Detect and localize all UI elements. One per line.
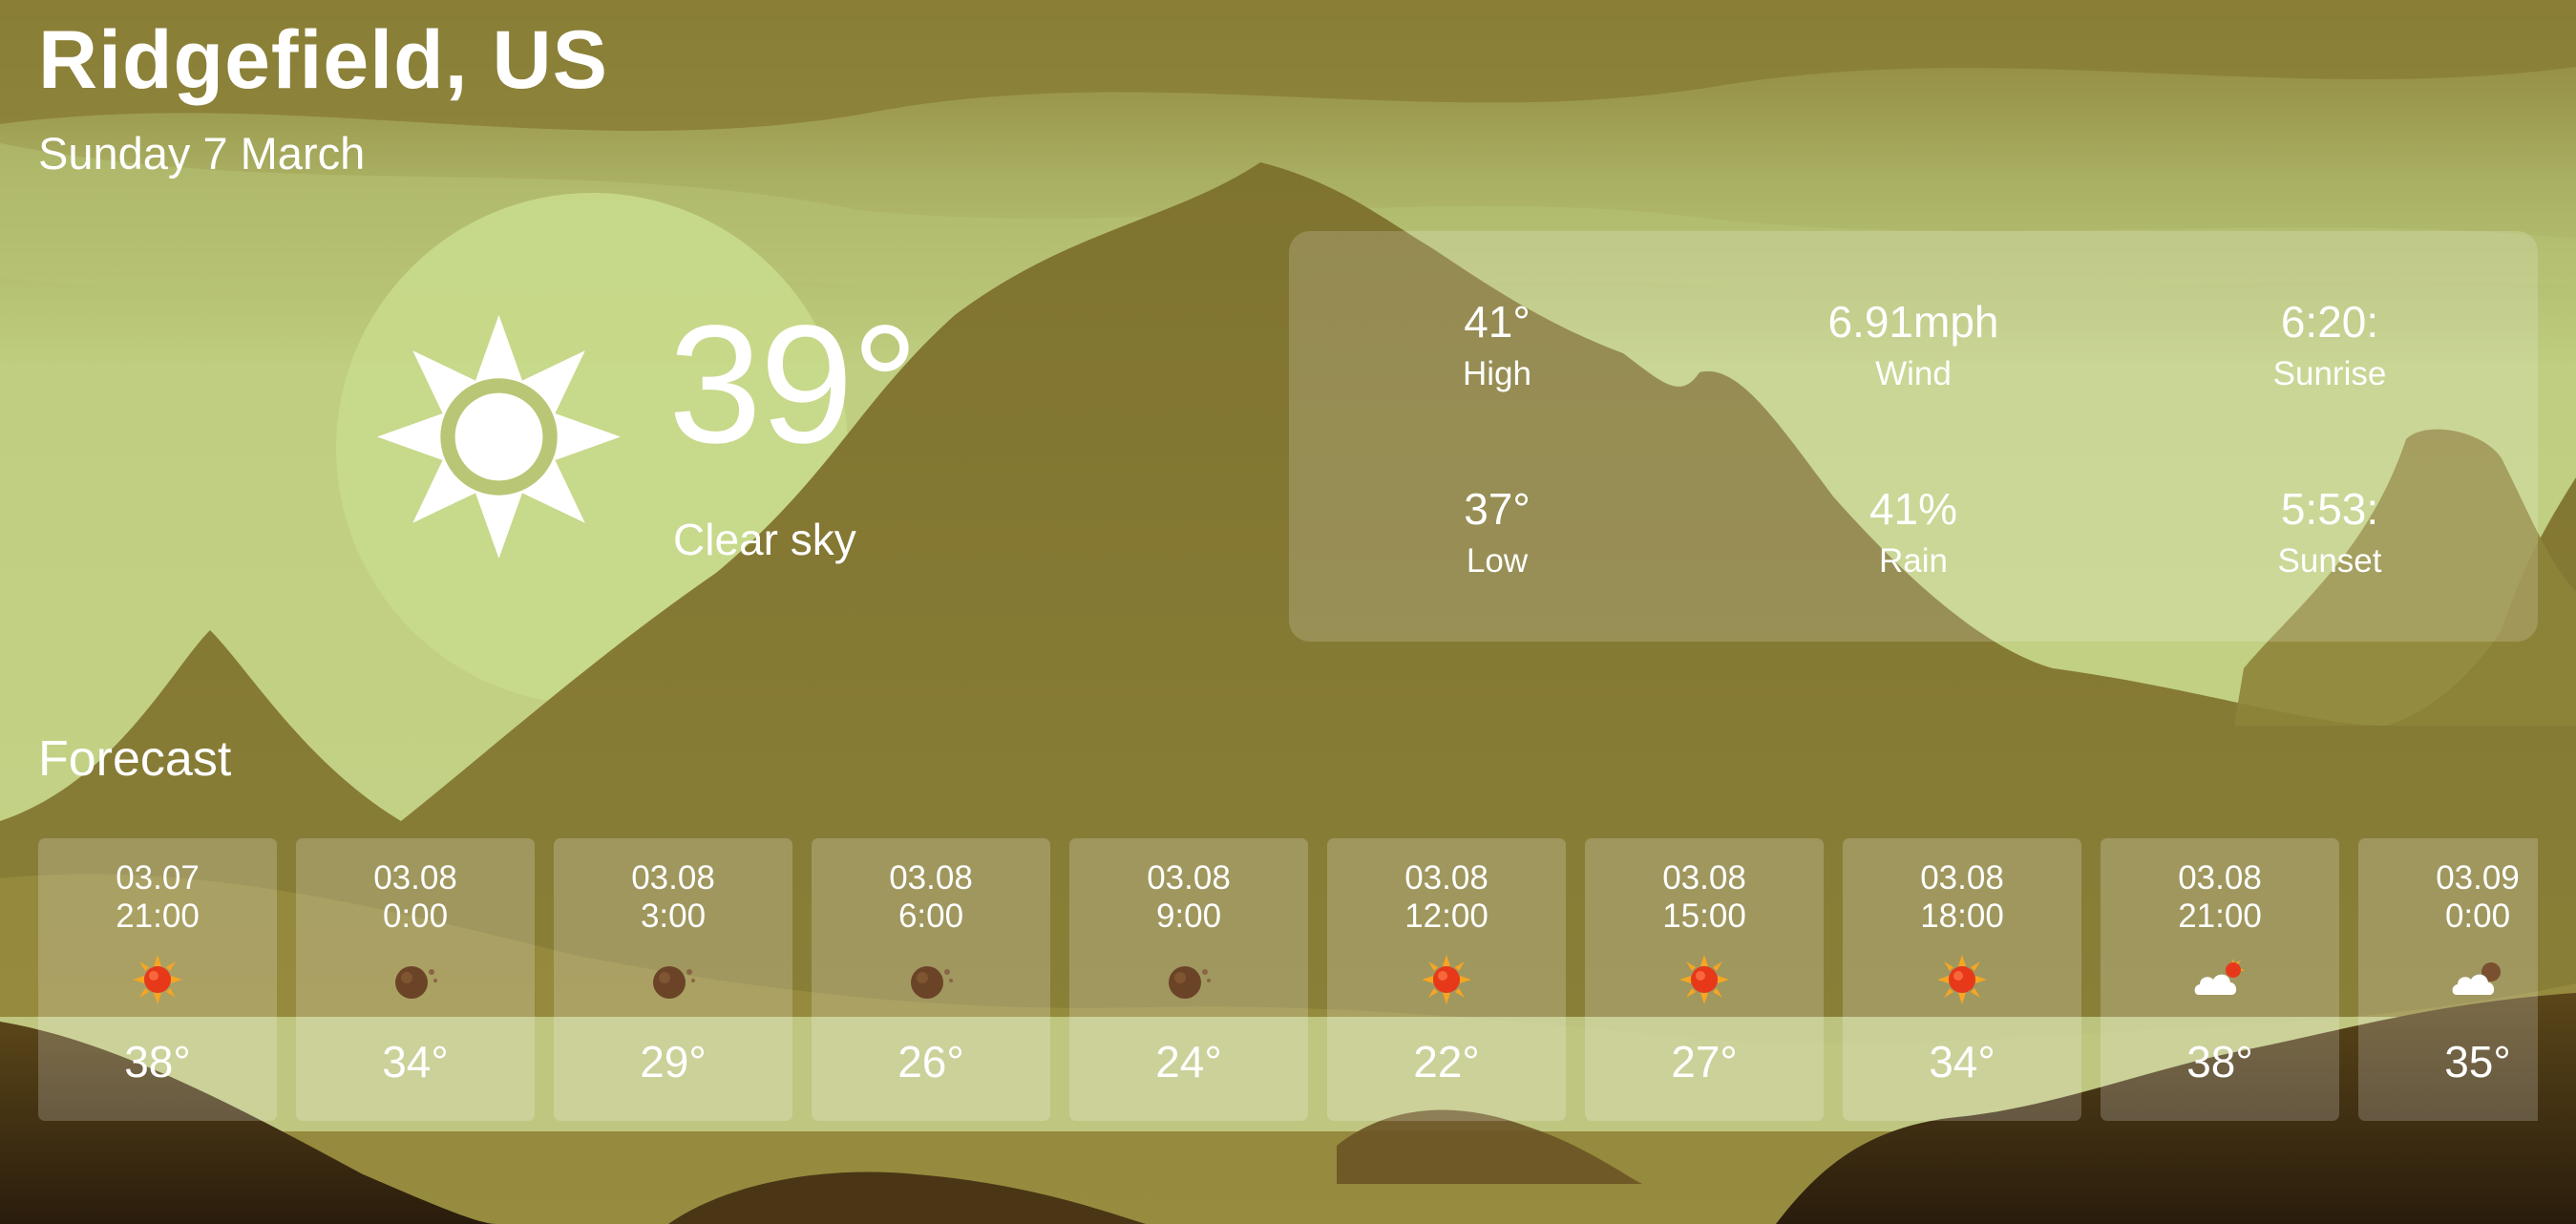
forecast-card[interactable]: 03.08 6:00 26°	[812, 838, 1050, 1121]
forecast-date: 03.08	[2178, 859, 2262, 897]
moon-icon	[653, 966, 695, 999]
forecast-date: 03.07	[116, 859, 200, 897]
stat-rain: 41% Rain	[1703, 483, 2123, 583]
rain-label: Rain	[1879, 542, 1948, 580]
forecast-temp: 24°	[1155, 1037, 1222, 1087]
current-date: Sunday 7 March	[38, 128, 366, 179]
sun-icon	[377, 315, 621, 559]
sun-icon	[133, 955, 182, 1004]
cloud-moon-icon	[2452, 962, 2501, 995]
wind-label: Wind	[1875, 355, 1952, 393]
forecast-list[interactable]: 03.07 21:00 38° 03.08 0:00 34° 03.08 3:0…	[38, 838, 2538, 1121]
forecast-hour: 15:00	[1662, 897, 1746, 935]
high-label: High	[1463, 355, 1531, 393]
weather-condition: Clear sky	[673, 515, 856, 564]
forecast-title: Forecast	[38, 731, 232, 787]
forecast-hour: 18:00	[1920, 897, 2004, 935]
stat-wind: 6.91mph Wind	[1703, 296, 2123, 396]
forecast-card[interactable]: 03.08 21:00 38°	[2101, 838, 2339, 1121]
forecast-temp: 26°	[897, 1037, 964, 1087]
sunset-value: 5:53:	[2280, 484, 2379, 534]
forecast-date: 03.08	[1662, 859, 1746, 897]
forecast-card[interactable]: 03.07 21:00 38°	[38, 838, 277, 1121]
forecast-date: 03.08	[373, 859, 457, 897]
forecast-temp: 34°	[382, 1037, 449, 1087]
sun-icon	[1679, 955, 1729, 1004]
forecast-date: 03.08	[889, 859, 973, 897]
current-temperature: 39°	[668, 291, 918, 478]
low-label: Low	[1466, 542, 1529, 580]
sun-icon	[1422, 955, 1471, 1004]
forecast-temp: 38°	[2186, 1037, 2253, 1087]
stat-low: 37° Low	[1287, 483, 1707, 583]
city-name: Ridgefield, US	[38, 14, 608, 106]
forecast-hour: 3:00	[640, 897, 707, 935]
forecast-hour: 21:00	[116, 897, 200, 935]
sunset-label: Sunset	[2277, 542, 2382, 580]
wind-value: 6.91mph	[1827, 297, 1999, 347]
forecast-temp: 38°	[124, 1037, 191, 1087]
forecast-temp: 35°	[2444, 1037, 2511, 1087]
forecast-card[interactable]: 03.08 12:00 22°	[1327, 838, 1566, 1121]
moon-icon	[1169, 966, 1211, 999]
forecast-date: 03.08	[1404, 859, 1489, 897]
high-value: 41°	[1464, 297, 1531, 347]
sunrise-value: 6:20:	[2280, 297, 2379, 347]
forecast-hour: 12:00	[1404, 897, 1489, 935]
weather-app: Ridgefield, US Sunday 7 March 39° Clear …	[0, 0, 2576, 1224]
moon-icon	[395, 966, 437, 999]
forecast-temp: 34°	[1929, 1037, 1995, 1087]
forecast-date: 03.08	[631, 859, 715, 897]
weather-stats-panel: 41° High 6.91mph Wind 6:20: Sunrise 37° …	[1289, 231, 2538, 642]
sun-icon	[1937, 955, 1987, 1004]
forecast-temp: 29°	[640, 1037, 707, 1087]
forecast-hour: 9:00	[1155, 897, 1222, 935]
forecast-card[interactable]: 03.08 15:00 27°	[1585, 838, 1824, 1121]
stat-sunset: 5:53: Sunset	[2120, 483, 2540, 583]
stat-sunrise: 6:20: Sunrise	[2120, 296, 2540, 396]
forecast-hour: 0:00	[2444, 897, 2511, 935]
forecast-card[interactable]: 03.08 3:00 29°	[554, 838, 792, 1121]
forecast-temp: 27°	[1671, 1037, 1738, 1087]
cloud-sun-icon	[2194, 959, 2245, 995]
forecast-hour: 6:00	[897, 897, 964, 935]
rain-value: 41%	[1869, 484, 1958, 534]
stat-high: 41° High	[1287, 296, 1707, 396]
forecast-card[interactable]: 03.08 9:00 24°	[1069, 838, 1308, 1121]
forecast-hour: 21:00	[2178, 897, 2262, 935]
sunrise-label: Sunrise	[2272, 355, 2387, 393]
forecast-card[interactable]: 03.08 18:00 34°	[1843, 838, 2081, 1121]
forecast-hour: 0:00	[382, 897, 449, 935]
forecast-card[interactable]: 03.09 0:00 35°	[2358, 838, 2538, 1121]
low-value: 37°	[1464, 484, 1531, 534]
forecast-date: 03.09	[2436, 859, 2520, 897]
forecast-date: 03.08	[1147, 859, 1231, 897]
forecast-date: 03.08	[1920, 859, 2004, 897]
forecast-temp: 22°	[1413, 1037, 1480, 1087]
forecast-card[interactable]: 03.08 0:00 34°	[296, 838, 535, 1121]
moon-icon	[911, 966, 953, 999]
